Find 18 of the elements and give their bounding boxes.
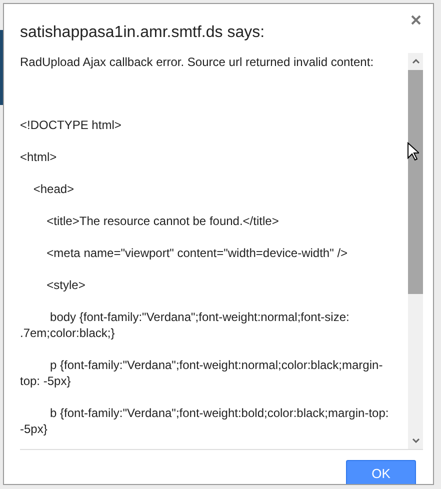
code-line: <style> [46,277,86,293]
code-line: <meta name="viewport" content="width=device-width" /> [46,245,349,261]
code-line: body {font-family:"Verdana";font-weight:normal;font-size: .7em;color:black;} [20,309,350,341]
code-line: <title>The resource cannot be found.</title> [46,213,280,229]
ok-button[interactable]: OK [346,460,416,484]
code-line: <html> [20,149,58,165]
scrollbar[interactable] [408,53,423,449]
code-line: b {font-family:"Verdana";font-weight:bold;color:black;margin-top: -5px} [20,405,390,437]
scroll-thumb[interactable] [408,70,423,294]
scroll-down-icon[interactable] [412,438,420,443]
dialog-title: satishappasa1in.amr.smtf.ds says: [20,24,266,43]
code-line: <!DOCTYPE html> [20,117,122,133]
close-icon[interactable] [411,15,421,25]
scroll-up-icon[interactable] [412,59,420,64]
mouse-pointer-icon [407,142,419,161]
error-message: RadUpload Ajax callback error. Source url returned invalid content: [20,54,375,70]
code-line: <head> [32,181,76,197]
code-line: p {font-family:"Verdana";font-weight:normal;color:black;margin-top: -5px} [20,357,384,389]
